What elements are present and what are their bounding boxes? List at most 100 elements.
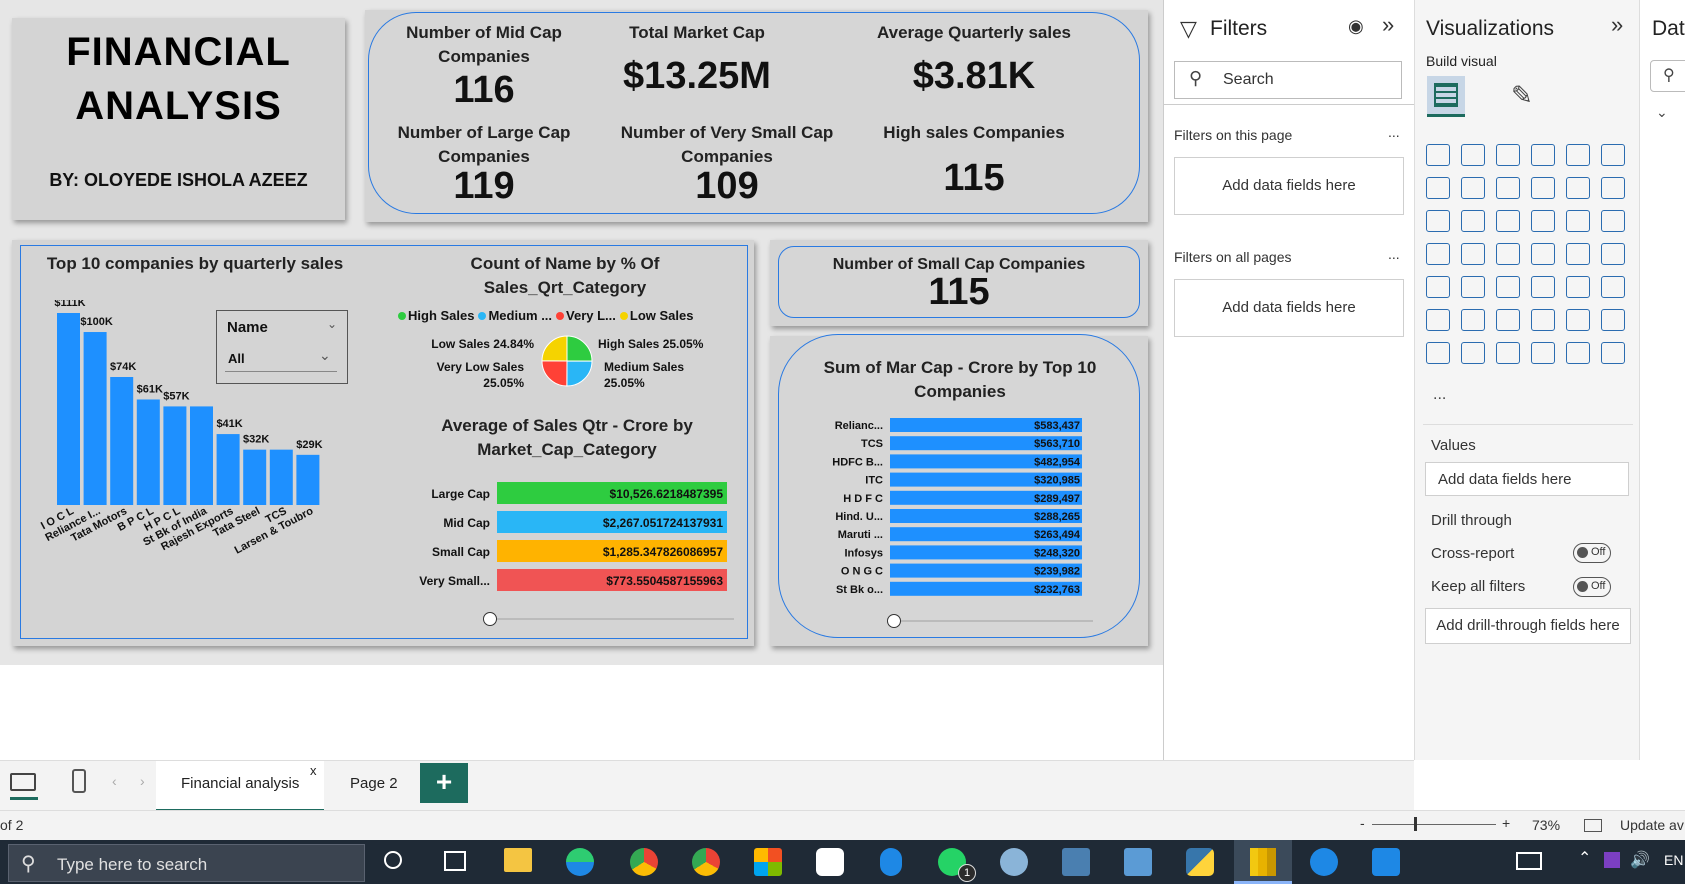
- cross-report-toggle[interactable]: Off: [1573, 543, 1611, 563]
- area-chart-icon[interactable]: [1461, 177, 1485, 199]
- chart4-scrollbar[interactable]: [893, 620, 1093, 622]
- stacked-area-icon[interactable]: [1496, 177, 1520, 199]
- more-visuals-icon[interactable]: ...: [1433, 386, 1446, 404]
- collapse-icon[interactable]: »: [1382, 12, 1394, 38]
- taskbar-search-input[interactable]: ⚲ Type here to search: [8, 844, 365, 882]
- name-slicer[interactable]: Name ⌄ All ⌄: [216, 310, 348, 384]
- stacked-bar-icon[interactable]: [1426, 144, 1450, 166]
- table-icon[interactable]: [1496, 276, 1520, 298]
- small-cap-card[interactable]: Number of Small Cap Companies 115: [778, 246, 1140, 318]
- bar[interactable]: [190, 406, 213, 505]
- treemap-icon[interactable]: [1601, 210, 1625, 232]
- more-options-icon[interactable]: ...: [1388, 246, 1400, 262]
- tab-financial-analysis[interactable]: Financial analysis x: [156, 761, 324, 812]
- close-icon[interactable]: x: [310, 763, 317, 778]
- matrix-icon[interactable]: [1531, 276, 1555, 298]
- slicer-dropdown[interactable]: All ⌄: [225, 347, 337, 372]
- chevrons-icon[interactable]: [1601, 342, 1625, 364]
- scroll-right-icon[interactable]: ›: [140, 773, 145, 789]
- zoom-out-button[interactable]: -: [1360, 815, 1365, 831]
- legend-item[interactable]: Low Sales: [619, 308, 693, 323]
- r-visual-icon[interactable]: [1566, 276, 1590, 298]
- keep-all-filters-toggle[interactable]: Off: [1573, 577, 1611, 597]
- python-visual-icon[interactable]: [1601, 276, 1625, 298]
- powerbi-taskbar-button[interactable]: [1234, 840, 1292, 884]
- waterfall-icon[interactable]: [1426, 210, 1450, 232]
- mobile-view-icon[interactable]: [72, 769, 86, 793]
- bluetooth-icon[interactable]: [880, 848, 902, 876]
- diamond-icon[interactable]: [1566, 342, 1590, 364]
- task-view-icon[interactable]: [444, 851, 466, 871]
- bar[interactable]: [57, 313, 80, 505]
- chrome-icon[interactable]: [630, 848, 658, 876]
- values-drop-zone[interactable]: Add data fields here: [1425, 462, 1629, 496]
- capcut-icon[interactable]: [816, 848, 844, 876]
- bar[interactable]: [163, 406, 187, 505]
- chart3-scroll-handle[interactable]: [483, 612, 497, 626]
- python-icon[interactable]: [1186, 848, 1214, 876]
- kpi-card[interactable]: Number of Mid Cap Companies 116 Total Ma…: [368, 12, 1140, 214]
- zoom-slider-thumb[interactable]: [1414, 817, 1417, 831]
- zoom-in-button[interactable]: +: [1502, 815, 1510, 831]
- file-explorer-icon[interactable]: [504, 848, 532, 872]
- desktop-view-icon[interactable]: [10, 773, 36, 791]
- fit-to-page-icon[interactable]: [1584, 819, 1602, 832]
- postgres-icon[interactable]: [1000, 848, 1028, 876]
- filters-all-drop-zone[interactable]: Add data fields here: [1174, 279, 1404, 337]
- bar[interactable]: [216, 434, 240, 505]
- filter-search-input[interactable]: ⚲ Search: [1174, 61, 1402, 99]
- legend-item[interactable]: Very L...: [556, 308, 616, 323]
- edge-icon[interactable]: [566, 848, 594, 876]
- ribbon-icon[interactable]: [1531, 177, 1555, 199]
- power-apps-icon[interactable]: [1496, 342, 1520, 364]
- chrome-icon[interactable]: [692, 848, 720, 876]
- chevron-down-icon[interactable]: ⌄: [327, 317, 337, 331]
- update-available-label[interactable]: Update av: [1620, 817, 1684, 833]
- scroll-left-icon[interactable]: ‹: [112, 773, 117, 789]
- onenote-icon[interactable]: [1604, 852, 1620, 868]
- clustered-bar-icon[interactable]: [1496, 144, 1520, 166]
- gauge-icon[interactable]: [1531, 243, 1555, 265]
- line-chart-icon[interactable]: [1426, 177, 1450, 199]
- chevron-down-icon[interactable]: ⌄: [1656, 104, 1668, 121]
- sigma-icon[interactable]: [1310, 848, 1338, 876]
- decomposition-icon[interactable]: [1461, 309, 1485, 331]
- store-icon[interactable]: [754, 848, 782, 876]
- azure-map-icon[interactable]: [1496, 243, 1520, 265]
- metrics-icon[interactable]: [1461, 342, 1485, 364]
- zoom-slider-track[interactable]: [1372, 824, 1496, 825]
- line-stacked-icon[interactable]: [1601, 177, 1625, 199]
- build-visual-tab[interactable]: [1427, 76, 1465, 117]
- narrative-icon[interactable]: [1531, 309, 1555, 331]
- card-icon[interactable]: [1566, 243, 1590, 265]
- 100-bar-icon[interactable]: [1566, 144, 1590, 166]
- trophy-icon[interactable]: [1601, 309, 1625, 331]
- filled-map-icon[interactable]: [1461, 243, 1485, 265]
- map-icon[interactable]: [1426, 243, 1450, 265]
- legend-item[interactable]: High Sales: [398, 308, 474, 323]
- key-influencers-icon[interactable]: [1426, 309, 1450, 331]
- tableau-icon[interactable]: [1124, 848, 1152, 876]
- title-card[interactable]: FINANCIAL ANALYSIS BY: OLOYEDE ISHOLA AZ…: [12, 18, 345, 220]
- report-icon[interactable]: [1426, 342, 1450, 364]
- paginated-icon[interactable]: [1566, 309, 1590, 331]
- multi-card-icon[interactable]: [1601, 243, 1625, 265]
- line-column-icon[interactable]: [1566, 177, 1590, 199]
- chart3-scrollbar[interactable]: [490, 618, 734, 620]
- more-options-icon[interactable]: ...: [1388, 124, 1400, 140]
- bar[interactable]: [110, 377, 134, 505]
- format-visual-icon[interactable]: ✎: [1511, 80, 1533, 111]
- scatter-icon[interactable]: [1496, 210, 1520, 232]
- drill-through-drop-zone[interactable]: Add drill-through fields here: [1425, 608, 1631, 644]
- 100-column-icon[interactable]: [1601, 144, 1625, 166]
- bar[interactable]: [269, 449, 293, 505]
- bar[interactable]: [243, 449, 267, 505]
- funnel-icon[interactable]: [1461, 210, 1485, 232]
- pie-chart-icon[interactable]: [1531, 210, 1555, 232]
- power-automate-icon[interactable]: [1531, 342, 1555, 364]
- legend-item[interactable]: Medium ...: [478, 308, 552, 323]
- bar[interactable]: [296, 454, 320, 505]
- mysql-icon[interactable]: [1062, 848, 1090, 876]
- language-indicator[interactable]: EN: [1664, 852, 1683, 868]
- bar[interactable]: [83, 332, 107, 505]
